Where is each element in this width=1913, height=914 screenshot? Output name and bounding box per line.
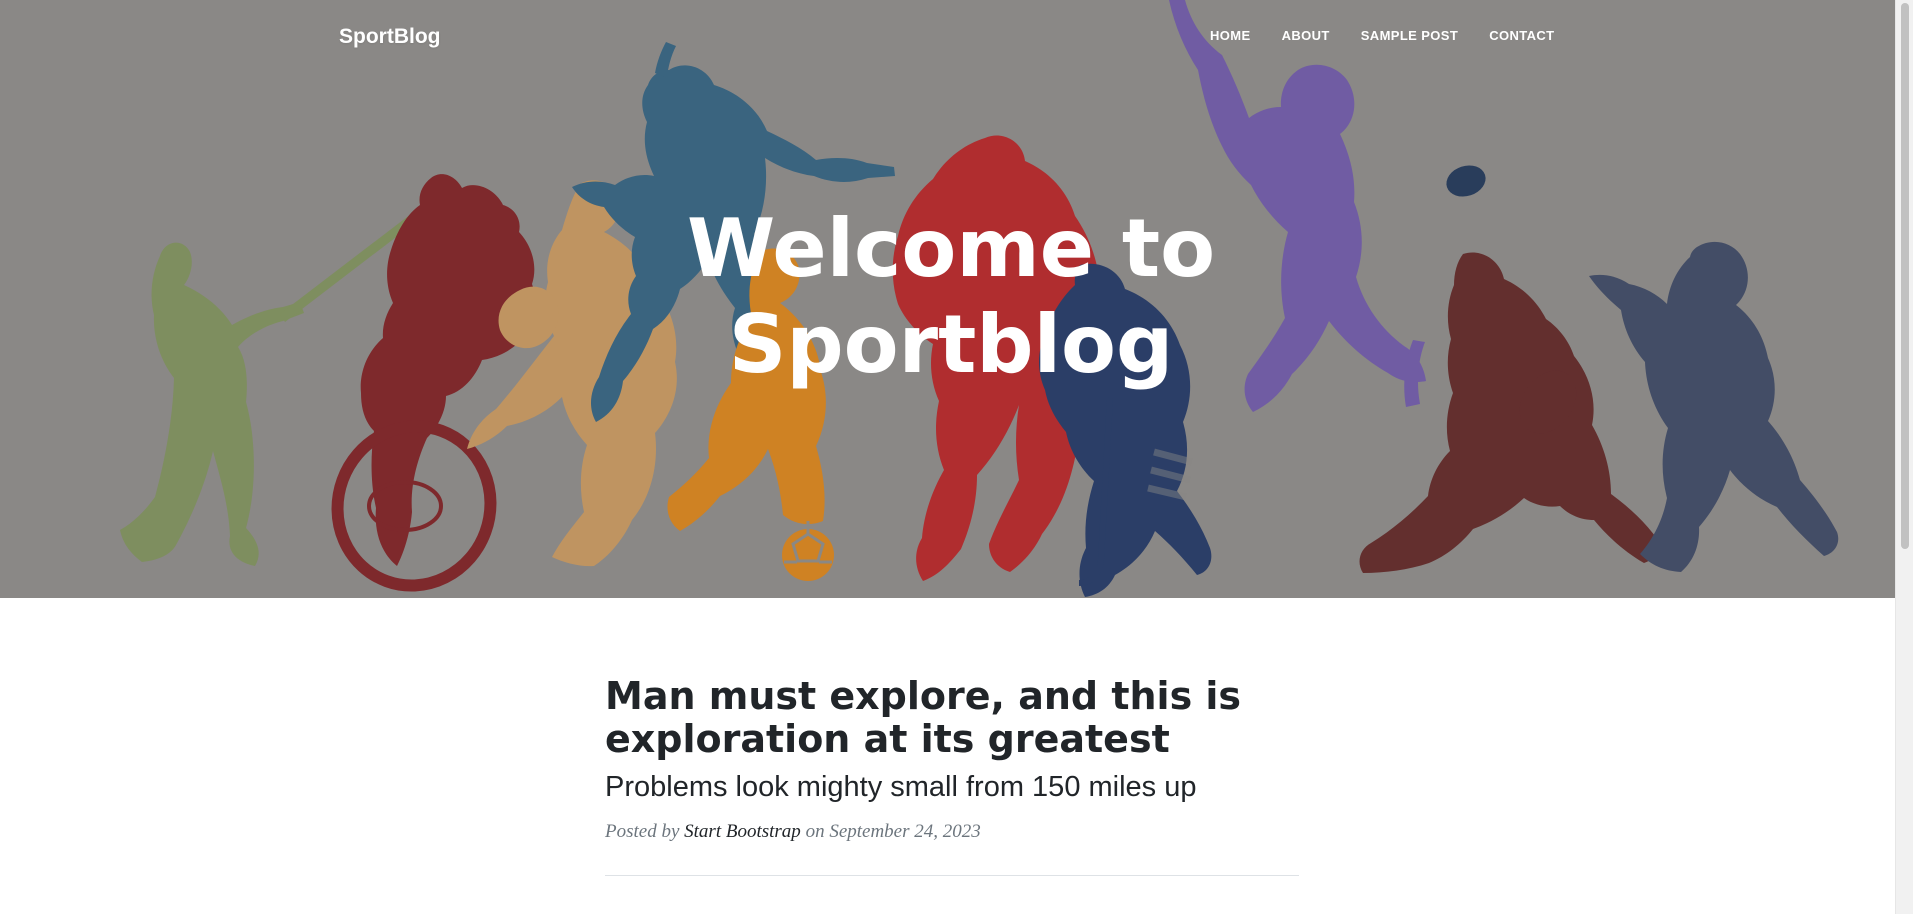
nav-link-about[interactable]: ABOUT (1282, 28, 1330, 44)
next-post-title-peek (605, 905, 1299, 914)
post-meta-prefix: Posted by (605, 821, 685, 842)
nav-link-contact[interactable]: CONTACT (1489, 28, 1554, 44)
nav-link-sample-post[interactable]: SAMPLE POST (1361, 28, 1458, 44)
navbar: SportBlog HOME ABOUT SAMPLE POST CONTACT (0, 0, 1895, 74)
nav-item-contact: CONTACT (1489, 28, 1554, 44)
vertical-scrollbar[interactable] (1895, 0, 1913, 914)
nav-item-home: HOME (1210, 28, 1251, 44)
scrollbar-thumb[interactable] (1901, 3, 1909, 549)
page: SportBlog HOME ABOUT SAMPLE POST CONTACT… (0, 0, 1913, 914)
nav-link-home[interactable]: HOME (1210, 28, 1251, 44)
hero-heading: Welcome to Sportblog (651, 201, 1251, 393)
nav-item-about: ABOUT (1282, 28, 1330, 44)
post-preview[interactable]: Man must explore, and this is exploratio… (605, 675, 1299, 844)
post-subtitle[interactable]: Problems look mighty small from 150 mile… (605, 770, 1299, 804)
nav-item-sample-post: SAMPLE POST (1361, 28, 1458, 44)
post-meta-date: on September 24, 2023 (800, 821, 981, 842)
nav-menu: HOME ABOUT SAMPLE POST CONTACT (1210, 28, 1555, 44)
brand-link[interactable]: SportBlog (339, 24, 440, 50)
post-meta: Posted by Start Bootstrap on September 2… (605, 820, 1299, 844)
post-title[interactable]: Man must explore, and this is exploratio… (605, 675, 1299, 761)
hero-header: SportBlog HOME ABOUT SAMPLE POST CONTACT… (0, 0, 1895, 598)
post-divider (605, 875, 1299, 876)
hero-heading-line-2: Sportblog (728, 298, 1174, 391)
soccer-ball-shape (782, 529, 834, 581)
hero-heading-line-1: Welcome to (686, 202, 1216, 295)
post-author-link[interactable]: Start Bootstrap (684, 821, 801, 842)
